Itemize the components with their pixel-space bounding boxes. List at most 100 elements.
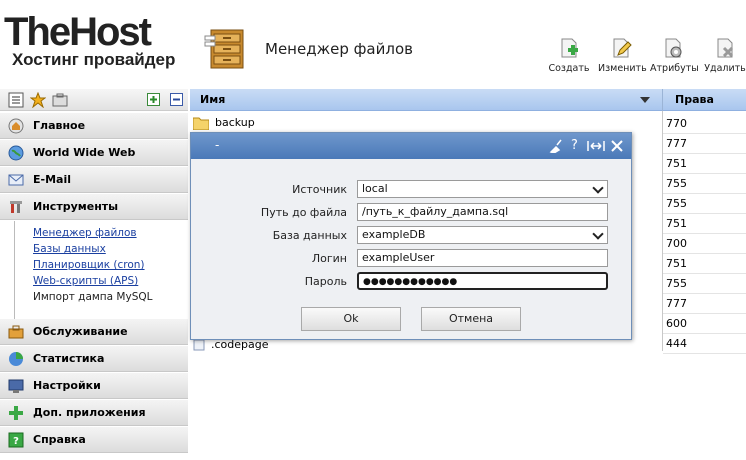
rights-cell: 777 [663,134,746,154]
attributes-button[interactable]: Атрибуты [650,36,699,74]
close-icon[interactable] [610,139,624,153]
password-input[interactable]: ●●●●●●●●●●●● [357,272,608,290]
nav-label: World Wide Web [33,146,136,159]
rights-cell: 600 [663,314,746,334]
nav-label: Доп. приложения [33,406,146,419]
nav-label: Инструменты [33,200,119,213]
nav-item-tools[interactable]: Инструменты [0,194,188,220]
database-label: База данных [272,229,347,242]
nav-label: Главное [33,119,86,132]
tools-submenu: Менеджер файлов Базы данных Планировщик … [14,221,188,319]
svg-text:?: ? [13,436,19,447]
edit-button[interactable]: Изменить [598,36,647,74]
file-row-backup[interactable]: backup [193,116,255,130]
delete-button[interactable]: Удалить [702,36,746,74]
nav-label: E-Mail [33,173,71,186]
nav-item-service[interactable]: Обслуживание [0,319,188,345]
file-manager-page: TheHost Хостинг провайдер Менеджер файло… [0,0,746,460]
expand-all-icon[interactable] [147,93,160,106]
page-title: Менеджер файлов [265,40,413,58]
form-row-path: Путь до файла /путь_к_файлу_дампа.sql [191,203,633,223]
nav-label: Статистика [33,352,105,365]
collapse-all-icon[interactable] [170,93,183,106]
path-input[interactable]: /путь_к_файлу_дампа.sql [357,203,608,221]
rights-cell: 751 [663,254,746,274]
main-navigation: Главное World Wide Web E-Mail Инструмент… [0,113,188,319]
list-view-icon[interactable] [8,92,24,108]
add-apps-icon [9,406,23,420]
resize-icon[interactable] [587,139,605,153]
logo-subtitle: Хостинг провайдер [12,50,176,69]
nav-item-main[interactable]: Главное [0,113,188,139]
attributes-icon [665,38,682,58]
briefcase-icon[interactable] [52,92,68,108]
nav-item-help[interactable]: ? Справка [0,427,188,453]
rights-cell: 751 [663,154,746,174]
dialog-title: - [215,138,220,152]
nav-label: Настройки [33,379,101,392]
rights-cell: 700 [663,234,746,254]
favorites-star-icon[interactable] [30,92,46,108]
help-icon: ? [8,432,24,448]
sort-arrow-icon[interactable] [640,97,650,103]
sub-item-mysql-import[interactable]: Импорт дампа MySQL [33,289,188,305]
sub-item-file-manager[interactable]: Менеджер файлов [33,225,188,241]
globe-icon [8,145,24,161]
rights-cell: 755 [663,174,746,194]
rights-cell: 755 [663,194,746,214]
mail-icon [8,174,24,186]
rights-cell: 770 [663,114,746,134]
rights-cell: 755 [663,274,746,294]
nav-label: Обслуживание [33,325,128,338]
source-label: Источник [292,183,347,196]
sub-item-cron[interactable]: Планировщик (cron) [33,257,188,273]
delete-label: Удалить [704,63,746,74]
nav-item-add-apps[interactable]: Доп. приложения [0,400,188,426]
dialog-titlebar[interactable]: - ? [191,133,631,159]
create-label: Создать [548,63,590,74]
sub-item-databases[interactable]: Базы данных [33,241,188,257]
file-table-header: Имя Права [190,89,746,111]
form-row-source: Источник local [191,180,633,200]
attributes-label: Атрибуты [650,63,699,74]
password-label: Пароль [304,275,347,288]
left-panel-tabs [0,89,188,111]
file-icon [193,339,205,351]
cancel-button[interactable]: Отмена [421,307,521,331]
form-row-password: Пароль ●●●●●●●●●●●● [191,272,633,292]
tools-icon [10,201,22,213]
edit-file-icon [613,38,632,58]
source-select[interactable]: local [357,180,608,198]
nav-label: Справка [33,433,86,446]
help-question-icon[interactable]: ? [571,138,578,154]
column-rights-header[interactable]: Права [662,89,746,111]
sub-item-web-scripts[interactable]: Web-скрипты (APS) [33,273,188,289]
database-select[interactable]: exampleDB [357,226,608,244]
toolbar: Создать Изменить Атрибуты Удалить [546,36,746,74]
create-file-icon [561,38,578,58]
form-row-database: База данных exampleDB [191,226,633,246]
ok-button[interactable]: Ok [301,307,401,331]
main-navigation-lower: Обслуживание Статистика Настройки Доп. п… [0,319,188,454]
folder-icon [193,117,209,130]
rights-cell: 751 [663,214,746,234]
nav-item-settings[interactable]: Настройки [0,373,188,399]
delete-file-icon [717,38,734,58]
login-input[interactable]: exampleUser [357,249,608,267]
import-dump-dialog: - ? Источник local Путь до файла /путь_к… [190,132,632,340]
path-label: Путь до файла [260,206,347,219]
stats-icon [9,352,23,366]
nav-item-www[interactable]: World Wide Web [0,140,188,166]
rights-column: 770 777 751 755 755 751 700 751 755 777 … [663,114,746,354]
nav-item-email[interactable]: E-Mail [0,167,188,193]
broom-icon[interactable] [549,139,563,153]
nav-item-stats[interactable]: Статистика [0,346,188,372]
thehost-logo[interactable]: TheHost Хостинг провайдер [4,12,189,70]
file-cabinet-icon [204,29,244,69]
edit-label: Изменить [598,63,647,74]
service-icon [8,325,24,339]
column-name-header[interactable]: Имя [200,93,225,106]
create-button[interactable]: Создать [546,36,592,74]
rights-cell: 777 [663,294,746,314]
form-row-login: Логин exampleUser [191,249,633,269]
